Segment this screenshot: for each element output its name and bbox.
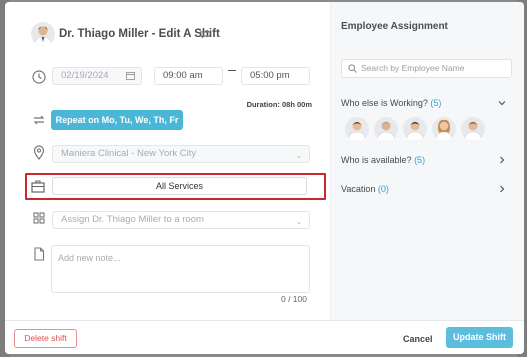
working-employees <box>345 117 485 142</box>
section-vacation-label: Vacation <box>341 184 376 194</box>
date-field[interactable]: 02/19/2024 <box>52 67 142 85</box>
delete-shift-button[interactable]: Delete shift <box>14 329 77 348</box>
chevron-right-icon[interactable] <box>498 185 506 193</box>
section-available-label: Who is available? <box>341 155 412 165</box>
end-time-field[interactable]: 05:00 pm <box>241 67 310 85</box>
doctor-avatar <box>31 22 55 46</box>
shift-form: Dr. Thiago Miller - Edit A Shift 02/19/2… <box>5 2 330 320</box>
services-select[interactable]: All Services <box>52 177 307 195</box>
clock-icon <box>32 70 46 84</box>
location-pin-icon <box>33 145 45 160</box>
employee-search-input[interactable]: Search by Employee Name <box>341 59 512 78</box>
note-counter: 0 / 100 <box>281 294 307 304</box>
document-icon <box>34 247 45 261</box>
section-available-count: (5) <box>414 155 426 165</box>
avatar[interactable] <box>345 117 369 141</box>
employee-assignment-panel: Employee Assignment Search by Employee N… <box>330 2 524 320</box>
cancel-button[interactable]: Cancel <box>403 334 433 344</box>
assignment-title: Employee Assignment <box>341 21 448 32</box>
location-select[interactable]: Maniera Clinical - New York City ⌄ <box>52 145 310 163</box>
duration-label: Duration: 08h 00m <box>246 100 312 109</box>
chevron-down-icon[interactable] <box>498 99 506 107</box>
update-shift-button[interactable]: Update Shift <box>446 327 513 348</box>
avatar[interactable] <box>374 117 398 141</box>
room-select[interactable]: Assign Dr. Thiago Miller to a room ⌄ <box>52 211 310 229</box>
section-working-label: Who else is Working? <box>341 98 428 108</box>
edit-shift-modal: Dr. Thiago Miller - Edit A Shift 02/19/2… <box>5 2 524 354</box>
location-value: Maniera Clinical - New York City <box>61 148 197 159</box>
section-vacation-count: (0) <box>377 184 389 194</box>
search-placeholder: Search by Employee Name <box>361 63 465 73</box>
modal-footer: Delete shift Cancel Update Shift <box>5 320 524 354</box>
page-title: Dr. Thiago Miller - Edit A Shift <box>59 28 220 40</box>
section-vacation[interactable]: Vacation (0) <box>341 184 389 194</box>
time-range-dash <box>228 70 236 71</box>
note-textarea[interactable]: Add new note... <box>51 245 310 293</box>
briefcase-icon <box>31 180 45 193</box>
grid-icon <box>33 212 45 224</box>
room-placeholder: Assign Dr. Thiago Miller to a room <box>61 214 204 225</box>
avatar[interactable] <box>461 117 485 141</box>
chevron-down-icon: ⌄ <box>296 219 302 226</box>
repeat-button[interactable]: Repeat on Mo, Tu, We, Th, Fr <box>51 110 183 130</box>
avatar[interactable] <box>432 117 456 141</box>
start-time-field[interactable]: 09:00 am <box>154 67 223 85</box>
date-value: 02/19/2024 <box>61 70 109 81</box>
calendar-icon[interactable] <box>126 71 135 80</box>
chevron-right-icon[interactable] <box>498 156 506 164</box>
section-working[interactable]: Who else is Working? (5) <box>341 98 441 108</box>
swap-icon[interactable] <box>198 27 212 41</box>
chevron-down-icon: ⌄ <box>296 153 302 160</box>
search-icon <box>348 64 357 73</box>
section-available[interactable]: Who is available? (5) <box>341 155 425 165</box>
section-working-count: (5) <box>430 98 442 108</box>
avatar[interactable] <box>403 117 427 141</box>
repeat-icon <box>33 115 45 125</box>
